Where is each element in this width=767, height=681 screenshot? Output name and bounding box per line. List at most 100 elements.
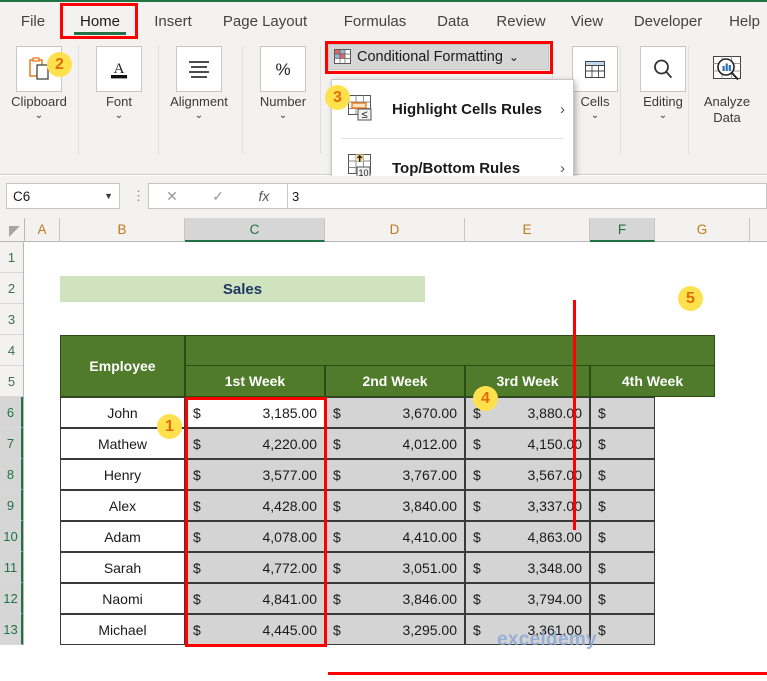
cell-w2-amount[interactable]: $3,846.00 <box>325 583 465 614</box>
cell-w2-amount[interactable]: $3,051.00 <box>325 552 465 583</box>
annotation-badge-3: 3 <box>325 85 350 110</box>
cell-w4-amount[interactable]: $3,600.00 <box>590 583 655 614</box>
row-header-5[interactable]: 5 <box>0 366 23 397</box>
ribbon-group-number[interactable]: % Number ⌄ <box>244 42 322 122</box>
ribbon-group-font[interactable]: A Font ⌄ <box>80 42 158 122</box>
insert-function-icon[interactable]: fx <box>241 188 287 204</box>
cell-w1-amount[interactable]: $4,428.00 <box>185 490 325 521</box>
column-header-B[interactable]: B <box>60 218 185 242</box>
ribbon-tab-data[interactable]: Data <box>428 5 478 38</box>
column-header-F[interactable]: F <box>590 218 655 242</box>
cell-w2-amount[interactable]: $3,295.00 <box>325 614 465 645</box>
header-cell-week4[interactable]: 4th Week <box>590 366 715 397</box>
cell-w1-amount[interactable]: $4,220.00 <box>185 428 325 459</box>
ribbon-group-analyze-data[interactable]: Analyze Data <box>692 42 762 126</box>
menu-item-highlight-cells-rules[interactable]: ≤ Highlight Cells Rules › <box>332 80 573 138</box>
chevron-down-icon[interactable]: ⌄ <box>244 110 322 122</box>
cell-w2-amount[interactable]: $3,767.00 <box>325 459 465 490</box>
cell-employee-name[interactable]: Alex <box>60 490 185 521</box>
column-header-D[interactable]: D <box>325 218 465 242</box>
conditional-formatting-button[interactable]: Conditional Formatting ⌄ <box>328 44 549 70</box>
row-header-8[interactable]: 8 <box>0 459 23 490</box>
analyze-data-icon[interactable] <box>704 46 750 92</box>
row-header-9[interactable]: 9 <box>0 490 23 521</box>
font-a-icon[interactable]: A <box>96 46 142 92</box>
cell-w4-amount[interactable]: $3,900.00 <box>590 459 655 490</box>
row-header-1[interactable]: 1 <box>0 242 23 273</box>
row-header-11[interactable]: 11 <box>0 552 23 583</box>
row-header-12[interactable]: 12 <box>0 583 23 614</box>
cell-w3-amount[interactable]: $3,794.00 <box>465 583 590 614</box>
column-header-C[interactable]: C <box>185 218 325 242</box>
row-header-13[interactable]: 13 <box>0 614 23 645</box>
row-header-7[interactable]: 7 <box>0 428 23 459</box>
percent-icon[interactable]: % <box>260 46 306 92</box>
row-header-2[interactable]: 2 <box>0 273 23 304</box>
ribbon-tab-home[interactable]: Home <box>66 5 134 38</box>
cell-w4-amount[interactable]: $4,200.00 <box>590 521 655 552</box>
cell-w4-amount[interactable]: $3,500.00 <box>590 397 655 428</box>
cell-w2-amount[interactable]: $4,012.00 <box>325 428 465 459</box>
chevron-down-icon[interactable]: ⌄ <box>0 110 78 122</box>
cell-employee-name[interactable]: Sarah <box>60 552 185 583</box>
header-cell-weeks-merged[interactable] <box>185 335 715 366</box>
chevron-down-icon[interactable]: ⌄ <box>160 110 238 122</box>
ribbon-tab-page-layout[interactable]: Page Layout <box>210 5 320 38</box>
cell-w1-amount[interactable]: $4,445.00 <box>185 614 325 645</box>
row-header-10[interactable]: 10 <box>0 521 23 552</box>
row-header-6[interactable]: 6 <box>0 397 23 428</box>
cell-w2-amount[interactable]: $4,410.00 <box>325 521 465 552</box>
cell-w1-amount[interactable]: $4,841.00 <box>185 583 325 614</box>
search-icon[interactable] <box>640 46 686 92</box>
cell-w3-amount[interactable]: $3,567.00 <box>465 459 590 490</box>
row-header-4[interactable]: 4 <box>0 335 23 366</box>
cell-w3-amount[interactable]: $3,337.00 <box>465 490 590 521</box>
formula-input[interactable]: 3 <box>288 183 767 209</box>
sales-title-cell[interactable]: Sales <box>60 276 425 302</box>
ribbon-tab-help[interactable]: Help <box>722 5 767 38</box>
header-cell-employee[interactable]: Employee <box>60 335 185 397</box>
cell-w1-amount[interactable]: $4,772.00 <box>185 552 325 583</box>
ribbon-tab-review[interactable]: Review <box>488 5 554 38</box>
column-header-G[interactable]: G <box>655 218 750 242</box>
cell-w3-amount[interactable]: $4,863.00 <box>465 521 590 552</box>
cell-w4-amount[interactable]: $3,700.00 <box>590 552 655 583</box>
cell-w4-amount[interactable]: $4,100.00 <box>590 490 655 521</box>
chevron-down-icon[interactable]: ⌄ <box>80 110 158 122</box>
cells-icon[interactable] <box>572 46 618 92</box>
column-header-E[interactable]: E <box>465 218 590 242</box>
ribbon-group-alignment[interactable]: Alignment ⌄ <box>160 42 238 122</box>
cell-employee-name[interactable]: Adam <box>60 521 185 552</box>
column-header-A[interactable]: A <box>25 218 60 242</box>
ribbon-tab-formulas[interactable]: Formulas <box>334 5 416 38</box>
header-cell-week2[interactable]: 2nd Week <box>325 366 465 397</box>
cell-employee-name[interactable]: Naomi <box>60 583 185 614</box>
cell-w1-amount[interactable]: $4,078.00 <box>185 521 325 552</box>
cell-w2-amount[interactable]: $3,670.00 <box>325 397 465 428</box>
cell-w3-amount[interactable]: $4,150.00 <box>465 428 590 459</box>
cell-employee-name[interactable]: Henry <box>60 459 185 490</box>
ribbon-tab-view[interactable]: View <box>562 5 612 38</box>
row-header-3[interactable]: 3 <box>0 304 23 335</box>
name-box[interactable]: C6 ▼ <box>6 183 120 209</box>
more-options-icon[interactable]: ⋮ <box>132 188 145 204</box>
chevron-down-icon[interactable]: ⌄ <box>624 110 702 122</box>
cell-w3-amount[interactable]: $3,348.00 <box>465 552 590 583</box>
ribbon-tab-insert[interactable]: Insert <box>144 5 202 38</box>
ribbon-tab-developer[interactable]: Developer <box>620 5 716 38</box>
cell-w4-amount[interactable]: $4,300.00 <box>590 428 655 459</box>
cell-w2-amount[interactable]: $3,840.00 <box>325 490 465 521</box>
cell-w1-amount[interactable]: $3,577.00 <box>185 459 325 490</box>
header-cell-week1[interactable]: 1st Week <box>185 366 325 397</box>
cell-employee-name[interactable]: Michael <box>60 614 185 645</box>
ribbon-tab-file[interactable]: File <box>10 5 56 38</box>
ribbon-group-separator <box>158 46 159 154</box>
cell-w4-amount[interactable]: $4,000.00 <box>590 614 655 645</box>
cell-w1-amount[interactable]: $3,185.00 <box>185 397 325 428</box>
select-all-corner[interactable] <box>0 218 25 242</box>
cancel-icon[interactable]: ✕ <box>149 188 195 205</box>
ribbon-group-editing[interactable]: Editing ⌄ <box>624 42 702 122</box>
chevron-down-icon[interactable]: ▼ <box>104 191 113 201</box>
confirm-icon[interactable]: ✓ <box>195 188 241 205</box>
alignment-icon[interactable] <box>176 46 222 92</box>
